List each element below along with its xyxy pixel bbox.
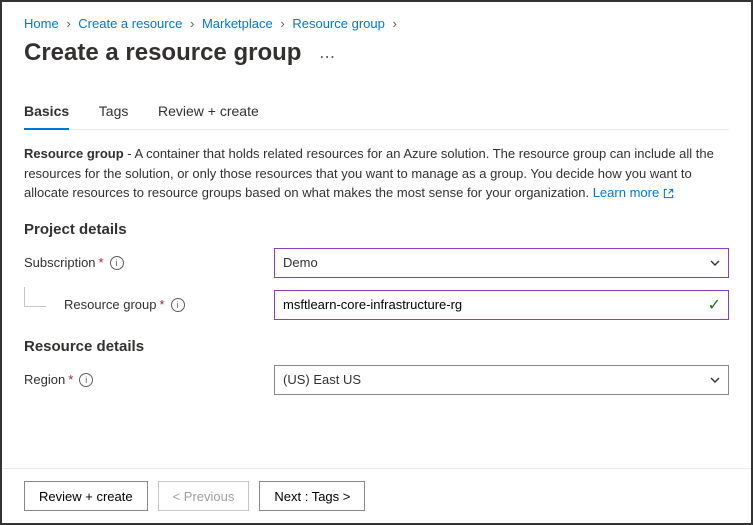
indent-connector [24,287,46,307]
breadcrumb-resource-group[interactable]: Resource group [292,16,385,31]
description-bold: Resource group [24,146,124,161]
required-indicator: * [68,372,73,387]
checkmark-icon: ✓ [708,295,721,315]
resource-group-input[interactable] [274,290,729,320]
tab-tags[interactable]: Tags [99,95,129,129]
learn-more-link[interactable]: Learn more [593,185,674,200]
more-actions-button[interactable]: ⋯ [319,49,336,66]
page-title: Create a resource group [24,39,301,67]
breadcrumb-create-resource[interactable]: Create a resource [78,16,182,31]
description: Resource group - A container that holds … [24,144,729,203]
previous-button: < Previous [158,481,250,511]
resource-group-label: Resource group [64,297,157,312]
breadcrumb-home[interactable]: Home [24,16,59,31]
chevron-right-icon: › [392,16,396,31]
subscription-select[interactable]: Demo [274,248,729,278]
info-icon[interactable]: i [79,373,93,387]
chevron-right-icon: › [190,16,194,31]
review-create-button[interactable]: Review + create [24,481,148,511]
chevron-right-icon: › [66,16,70,31]
breadcrumb-marketplace[interactable]: Marketplace [202,16,273,31]
region-label: Region [24,372,65,387]
info-icon[interactable]: i [171,298,185,312]
tabs: Basics Tags Review + create [24,95,729,130]
info-icon[interactable]: i [110,256,124,270]
footer: Review + create < Previous Next : Tags > [2,468,751,523]
region-select[interactable]: (US) East US [274,365,729,395]
required-indicator: * [99,255,104,270]
external-link-icon [663,188,674,199]
section-project-details: Project details [24,221,729,238]
next-tags-button[interactable]: Next : Tags > [259,481,365,511]
breadcrumb: Home › Create a resource › Marketplace ›… [24,16,729,31]
subscription-label: Subscription [24,255,96,270]
tab-basics[interactable]: Basics [24,95,69,129]
chevron-right-icon: › [280,16,284,31]
section-resource-details: Resource details [24,338,729,355]
required-indicator: * [160,297,165,312]
tab-review-create[interactable]: Review + create [158,95,259,129]
